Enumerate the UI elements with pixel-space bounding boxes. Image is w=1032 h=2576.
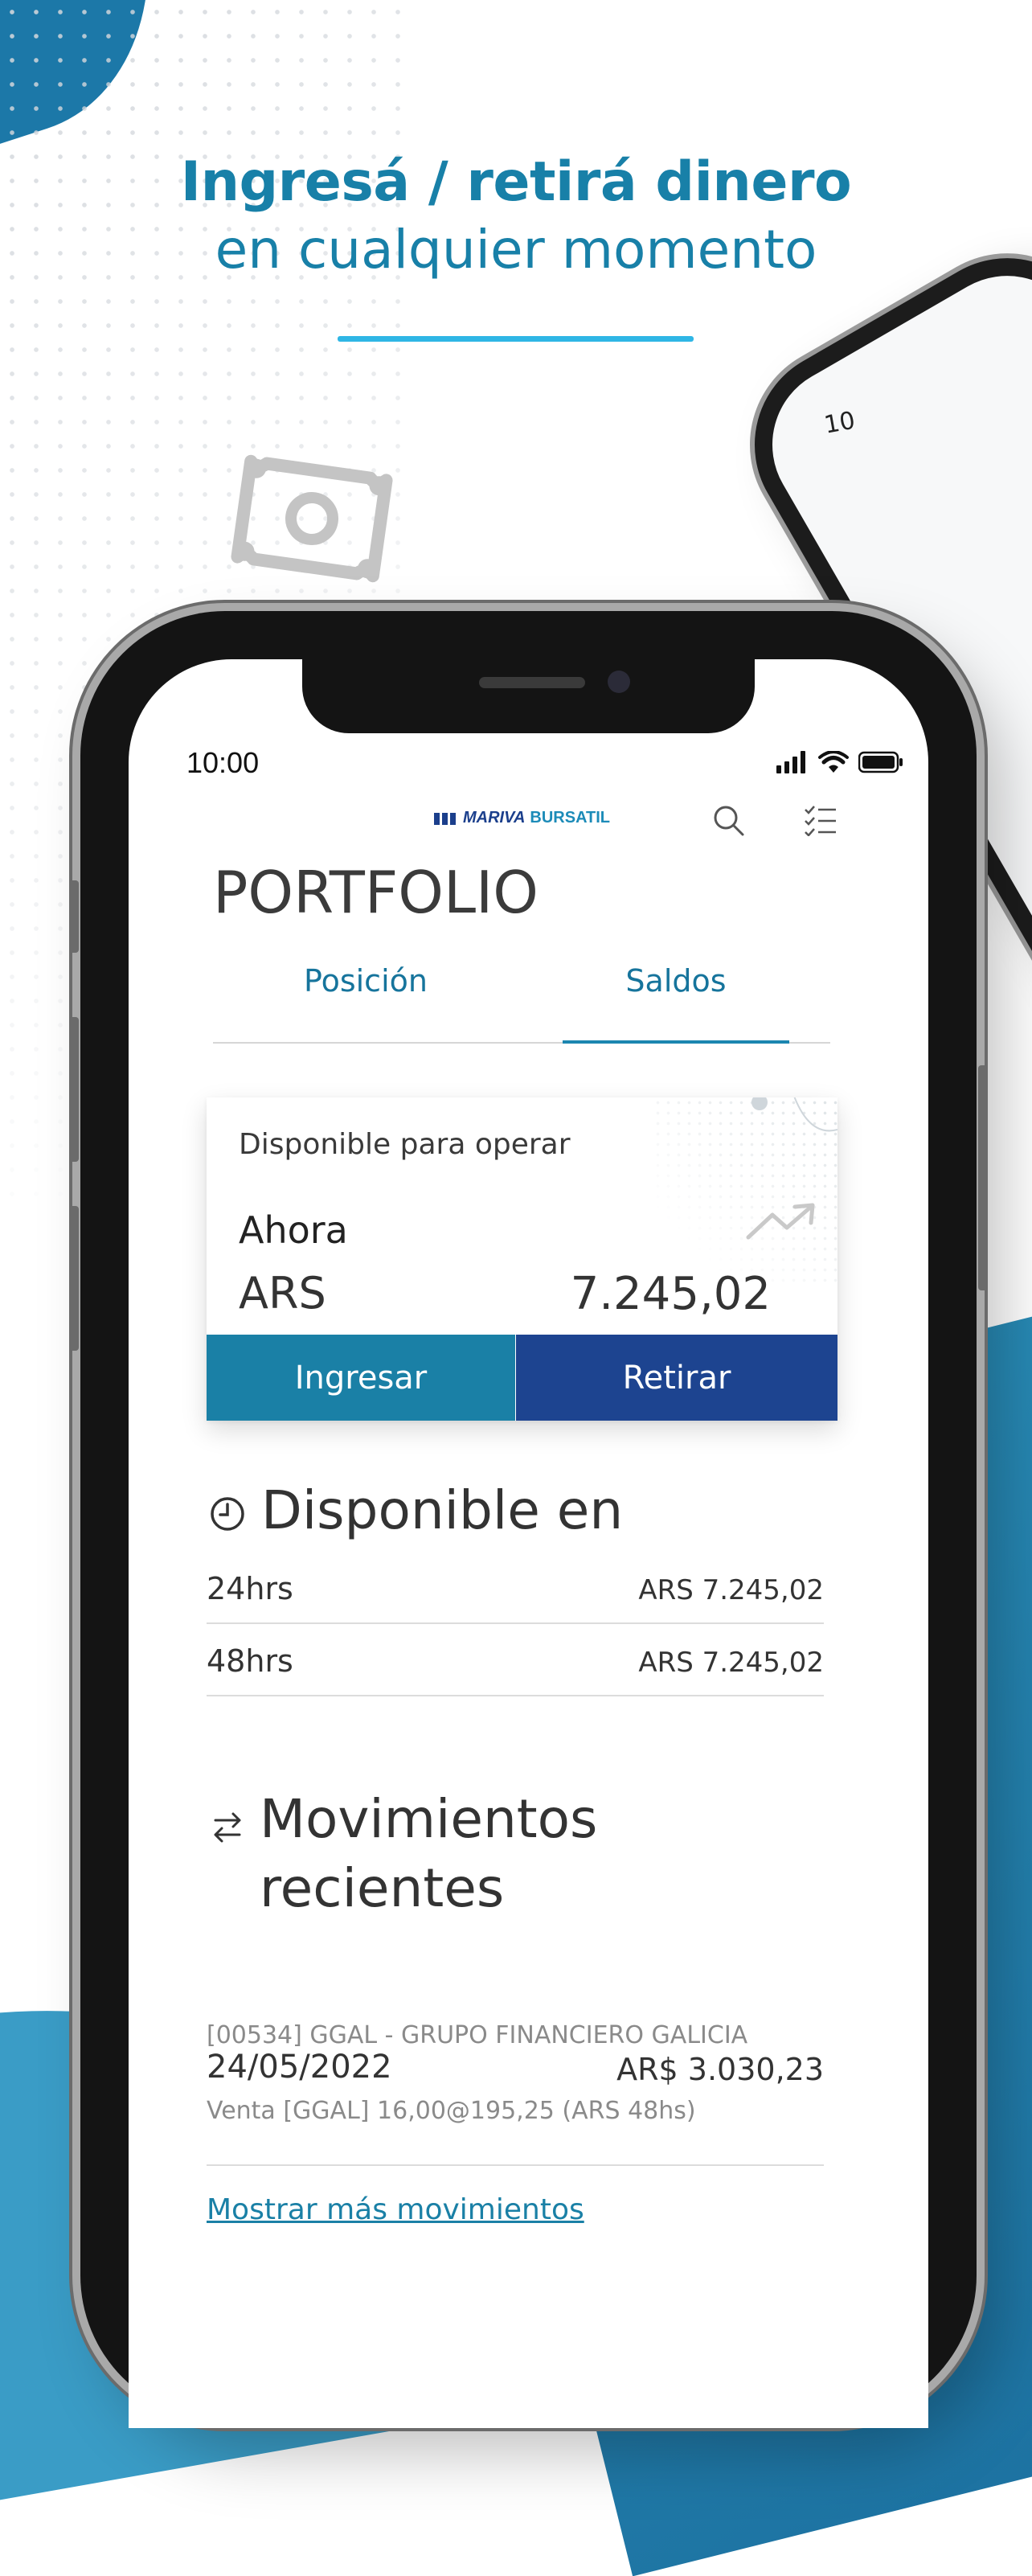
row-period: 48hrs [207, 1643, 293, 1679]
background-phone-time: 10 [821, 406, 858, 440]
promo-headline: Ingresá / retirá dinero en cualquier mom… [0, 149, 1032, 284]
phone-volume-down [69, 1206, 79, 1351]
row-amount: ARS 7.245,02 [638, 1574, 824, 1606]
balance-card: Disponible para operar Ahora ARS 7.245,0… [207, 1097, 837, 1421]
withdraw-button[interactable]: Retirar [516, 1335, 837, 1421]
phone-notch [302, 659, 755, 733]
phone-power-button [978, 1065, 988, 1290]
phone-volume-up [69, 1017, 79, 1162]
row-amount: ARS 7.245,02 [638, 1647, 824, 1679]
show-more-movements-link[interactable]: Mostrar más movimientos [207, 2193, 584, 2226]
movement-amount: AR$ 3.030,23 [616, 2052, 824, 2087]
battery-icon [858, 751, 903, 773]
app-screen: 10:00 MARIVA BURSATIL PORTFOLIO Posición… [129, 659, 928, 2428]
available-label: Disponible para operar [239, 1128, 571, 1161]
headline-line-1: Ingresá / retirá dinero [180, 150, 852, 214]
recent-movements-title-line-2: recientes [260, 1857, 505, 1919]
front-camera [608, 671, 630, 693]
table-row: 24hrs ARS 7.245,02 [207, 1552, 824, 1624]
banknote-icon [231, 454, 393, 583]
status-icons [776, 751, 903, 773]
swap-arrows-icon [214, 1812, 241, 1843]
movement-reference: [00534] GGAL - GRUPO FINANCIERO GALICIA [207, 2021, 748, 2049]
table-row: 48hrs ARS 7.245,02 [207, 1624, 824, 1696]
headline-line-2: en cualquier momento [215, 219, 817, 281]
logo-text: BURSATIL [530, 809, 611, 827]
trend-up-icon [746, 1203, 815, 1240]
period-label: Ahora [239, 1208, 348, 1252]
logo-mark-text: MARIVA [463, 809, 526, 827]
deposit-button[interactable]: Ingresar [207, 1335, 515, 1421]
clock-icon [211, 1497, 244, 1531]
checklist-icon[interactable] [804, 804, 837, 836]
card-decoration [751, 1097, 837, 1132]
phone-mockup: 10:00 MARIVA BURSATIL PORTFOLIO Posición… [69, 611, 988, 2428]
available-in-title: Disponible en [261, 1479, 624, 1541]
tab-active-indicator [563, 1040, 789, 1044]
status-time: 10:00 [186, 746, 260, 779]
signal-icon [776, 751, 805, 773]
tab-saldos[interactable]: Saldos [547, 963, 805, 999]
tab-posicion[interactable]: Posición [237, 963, 494, 999]
recent-movements-title: Movimientos recientes [260, 1785, 597, 1923]
headline-underline [338, 336, 694, 342]
recent-movements-title-line-1: Movimientos [260, 1788, 598, 1850]
currency-label: ARS [239, 1268, 326, 1319]
mariva-logo[interactable]: MARIVA BURSATIL [434, 809, 610, 827]
phone-mute-switch [69, 880, 79, 953]
movement-date: 24/05/2022 [207, 2049, 392, 2086]
movement-description: Venta [GGAL] 16,00@195,25 (ARS 48hs) [207, 2097, 696, 2125]
speaker-grille [479, 677, 585, 688]
available-amount: 7.245,02 [570, 1268, 771, 1320]
page-title: PORTFOLIO [213, 859, 539, 926]
movement-divider [207, 2164, 824, 2166]
logo-mark-icon [434, 812, 456, 825]
search-icon[interactable] [712, 804, 746, 838]
row-period: 24hrs [207, 1571, 293, 1606]
wifi-icon [818, 751, 849, 773]
